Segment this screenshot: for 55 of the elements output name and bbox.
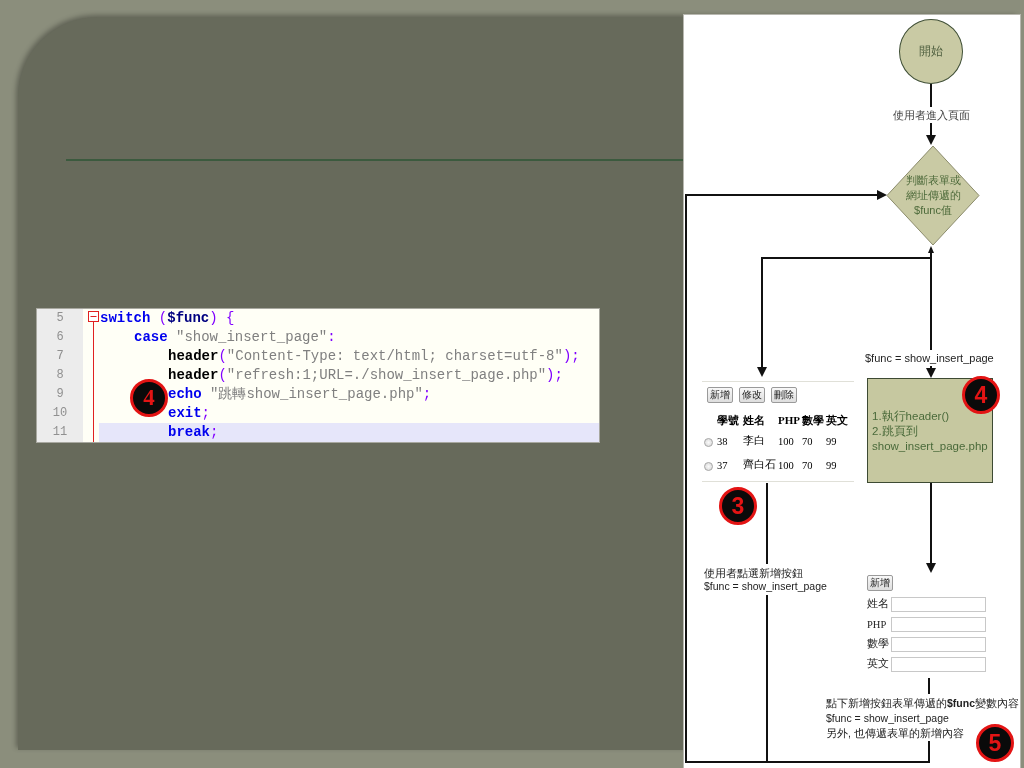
code-line: exit; (168, 405, 210, 421)
input-field[interactable] (891, 596, 986, 612)
start-node: 開始 (899, 19, 963, 84)
line-number: 7 (37, 347, 83, 366)
step-badge: 4 (130, 379, 168, 417)
arrow (926, 122, 936, 145)
code-line: break; (168, 424, 219, 440)
collapse-icon[interactable] (88, 311, 99, 322)
action-button[interactable]: 修改 (739, 387, 765, 403)
column-header: PHP (778, 411, 802, 429)
line-number: 8 (37, 366, 83, 385)
table-cell: 100 (778, 429, 802, 453)
code-line: case "show_insert_page": (134, 329, 336, 345)
line-number: 5 (37, 309, 83, 328)
add-button[interactable]: 新增 (867, 575, 893, 591)
action-button[interactable]: 新增 (707, 387, 733, 403)
connector-line (930, 83, 932, 108)
field-label: 英文 (867, 657, 890, 671)
input-field[interactable] (891, 616, 986, 632)
table-cell: 38 (717, 429, 743, 453)
table-cell: 70 (802, 453, 826, 477)
table-cell: 100 (778, 453, 802, 477)
column-header: 數學 (802, 411, 826, 429)
column-header: 姓名 (743, 411, 778, 429)
code-line: echo "跳轉show_insert_page.php"; (168, 386, 432, 402)
field-label: 姓名 (867, 597, 890, 611)
table-cell: 李白 (743, 429, 778, 453)
input-field[interactable] (891, 636, 986, 652)
table-cell: 37 (717, 453, 743, 477)
field-label: PHP (867, 618, 888, 630)
radio-button[interactable] (704, 461, 713, 471)
table-cell: 70 (802, 429, 826, 453)
table-cell-text: 99 (826, 434, 838, 449)
radio-button[interactable] (704, 437, 713, 447)
code-line: header("refresh:1;URL=./show_insert_page.php"); (168, 367, 563, 383)
field-label: 數學 (867, 637, 890, 651)
decision-node: 判斷表單或 網址傳遞的 $func值 (886, 145, 980, 246)
line-number: 6 (37, 328, 83, 347)
step-badge: 4 (962, 376, 1000, 414)
column-header: 英文 (826, 412, 849, 428)
step-badge: 3 (719, 487, 757, 525)
edge-label: 使用者進入頁面 (891, 108, 971, 122)
line-number: 11 (37, 423, 83, 442)
edge-label: 使用者點選新增按鈕 $func = show_insert_page (704, 567, 827, 593)
edge-label: $func = show_insert_page (865, 352, 994, 365)
column-header: 學號 (717, 411, 743, 429)
action-button[interactable]: 刪除 (771, 387, 797, 403)
table-cell: 齊白石 (743, 453, 778, 477)
code-line: header("Content-Type: text/html; charset=utf-8"); (168, 348, 580, 364)
table-cell-text: 99 (826, 458, 838, 473)
code-line: switch ($func) { (100, 310, 235, 326)
line-number: 10 (37, 404, 83, 423)
line-number: 9 (37, 385, 83, 404)
connector-line (928, 677, 930, 695)
input-field[interactable] (891, 656, 986, 672)
